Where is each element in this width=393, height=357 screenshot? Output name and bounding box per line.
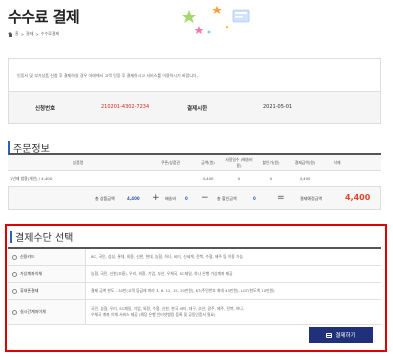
section-bar-order <box>8 141 10 153</box>
decorative-banner-image <box>182 6 250 34</box>
home-icon[interactable] <box>8 31 13 37</box>
shipping-label: 배송비 <box>165 196 177 201</box>
col-delete: 삭제 <box>333 159 341 165</box>
total-discount-label: 총 할인금액 <box>217 196 237 201</box>
row-payment: 4,400 <box>299 176 311 181</box>
row-product-name: 1년제 범용(개인) / 4,400 <box>10 175 53 181</box>
row-amount: 4,400 <box>202 176 214 181</box>
col-discount: 할인가(원) <box>262 159 280 165</box>
col-amount: 금액(원) <box>201 159 215 165</box>
realtime-transfer-radio[interactable] <box>12 309 17 315</box>
col-product-name: 상품명 <box>72 159 84 165</box>
realtime-transfer-label[interactable]: 실시간계좌이체 <box>20 309 46 315</box>
notice-text: 인증서 및 부가상품 신청 후 결제하실 경우 아래에서 고객 인증 후 결제하… <box>17 73 198 78</box>
payment-option-realtime-transfer[interactable]: 실시간계좌이체 국민, 농협, 우리, SC제일, 기업, 외환, 수협, 신한… <box>8 300 381 325</box>
realtime-transfer-desc-2: 우체국 계좌 이체 서비스 제공 (해당 은행 인터넷뱅킹 등록 및 공동인증서… <box>91 312 216 317</box>
payment-option-mobile[interactable]: 휴대폰결제 결제 금액 한도 : 30만(고객 등급에 따라 3, 6, 12,… <box>8 283 381 300</box>
order-table-header: 상품명 쿠폰/상품권 금액(원) 사용일수 (배송비용) 할인가(원) 결제금액… <box>8 155 381 171</box>
table-row: 1년제 범용(개인) / 4,400 4,400 0 0 4,400 <box>8 171 381 187</box>
payment-method-table: 신용카드 BC, 국민, 삼성, 롯데, 외환, 신한, 현대, 농협, 하나,… <box>8 247 381 325</box>
payment-option-virtual-account[interactable]: 가상계좌이체 농협, 국민, 신한(조흥), 우리, 외환, 기업, 부산, 우… <box>8 266 381 283</box>
order-number-label: 신청번호 <box>35 106 56 112</box>
col-payment: 결제금액(원) <box>294 159 316 165</box>
total-product-value: 4,400 <box>127 196 140 201</box>
mobile-desc: 결제 금액 한도 : 30만(고객 등급에 따라 3, 6, 12, 15, 2… <box>91 288 275 293</box>
payment-deadline-label: 결제시한 <box>187 106 208 112</box>
equals-icon: = <box>277 193 285 203</box>
minus-icon: − <box>201 193 209 203</box>
order-table: 상품명 쿠폰/상품권 금액(원) 사용일수 (배송비용) 할인가(원) 결제금액… <box>8 153 381 187</box>
final-amount-label: 결제예정금액 <box>300 196 323 201</box>
breadcrumb: 홈 > 결제 > 수수료결제 <box>8 31 59 37</box>
credit-card-desc: BC, 국민, 삼성, 롯데, 외환, 신한, 현대, 농협, 하나, 씨티, … <box>91 254 243 259</box>
order-number-value: 210201-4302-7234 <box>101 104 150 110</box>
mobile-radio[interactable] <box>12 288 17 294</box>
virtual-account-label[interactable]: 가상계좌이체 <box>20 271 42 277</box>
credit-card-label[interactable]: 신용카드 <box>20 254 35 260</box>
final-amount-value: 4,400 <box>345 193 371 202</box>
col-coupon: 쿠폰/상품권 <box>161 159 180 165</box>
breadcrumb-payment[interactable]: 결제 <box>26 31 33 37</box>
breadcrumb-home[interactable]: 홈 <box>15 31 19 37</box>
shipping-value: 0 <box>185 196 188 201</box>
col-days: 사용일수 (배송비용) <box>225 156 253 168</box>
virtual-account-desc: 농협, 국민, 신한(조흥), 우리, 외환, 기업, 부산, 우체국, SC제… <box>91 271 233 276</box>
section-bar-payment <box>10 231 12 243</box>
virtual-account-radio[interactable] <box>12 271 17 277</box>
pay-button[interactable]: 결제하기 <box>309 327 373 343</box>
breadcrumb-fee-payment: 수수료결제 <box>40 31 60 36</box>
order-info-bar: 신청번호 210201-4302-7234 결제시한 2021-05-01 <box>8 92 381 124</box>
page-title: 수수료 결제 <box>8 8 80 26</box>
totals-bar: 총 상품금액 4,400 + 배송비 0 − 총 할인금액 0 = 결제예정금액… <box>8 186 381 210</box>
row-discount: 0 <box>269 176 273 181</box>
credit-card-radio[interactable] <box>12 254 17 260</box>
row-days: 0 <box>237 176 241 181</box>
page-header: 수수료 결제 홈 > 결제 > 수수료결제 <box>0 0 393 44</box>
payment-section-title: 결제수단 선택 <box>15 233 74 244</box>
total-product-label: 총 상품금액 <box>95 196 115 201</box>
payment-deadline-value: 2021-05-01 <box>263 104 293 110</box>
plus-icon: + <box>152 193 160 203</box>
total-discount-value: 0 <box>253 196 256 201</box>
payment-option-credit-card[interactable]: 신용카드 BC, 국민, 삼성, 롯데, 외환, 신한, 현대, 농협, 하나,… <box>8 249 381 266</box>
pay-button-label: 결제하기 <box>335 333 356 339</box>
notice-box: 인증서 및 부가상품 신청 후 결제하실 경우 아래에서 고객 인증 후 결제하… <box>8 58 381 92</box>
mobile-label[interactable]: 휴대폰결제 <box>20 288 38 294</box>
card-icon <box>326 332 333 338</box>
